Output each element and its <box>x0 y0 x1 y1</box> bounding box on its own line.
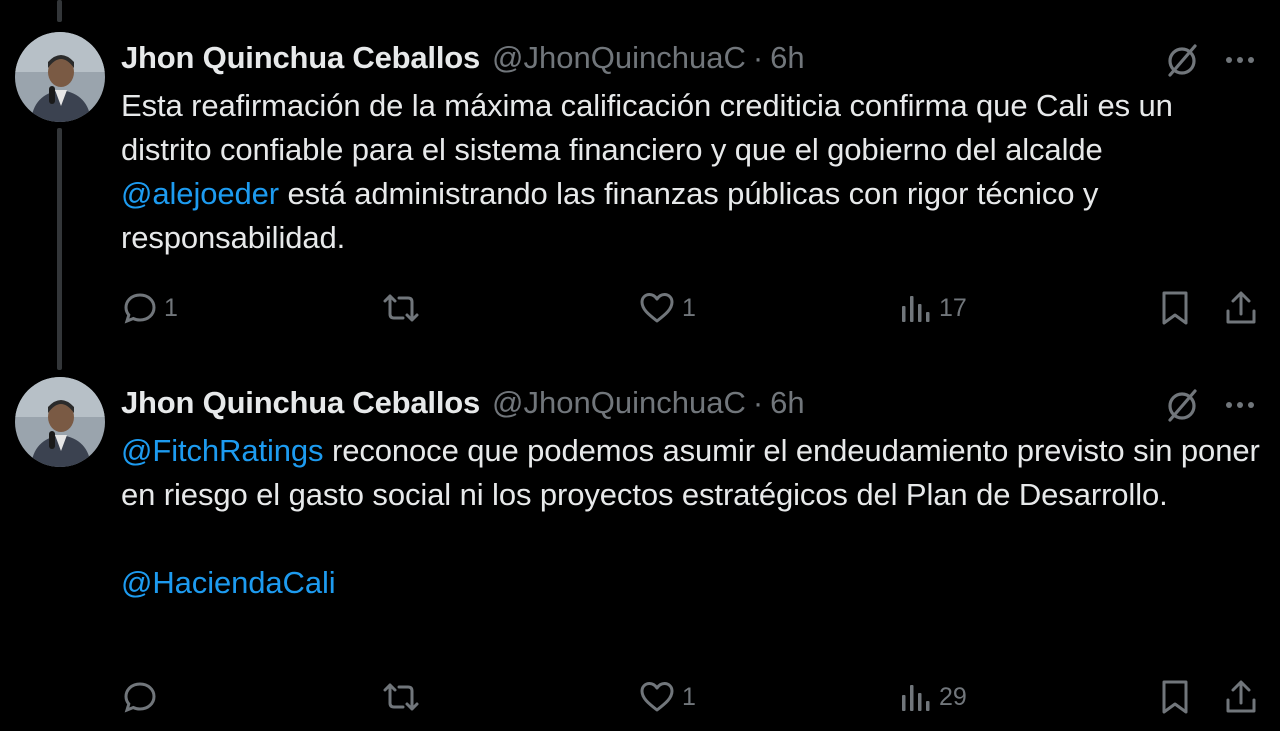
reply-button[interactable] <box>122 675 164 719</box>
author-handle[interactable]: @JhonQuinchuaC <box>492 40 746 76</box>
separator-dot: · <box>752 385 764 420</box>
views-icon <box>902 685 930 711</box>
views-button[interactable]: 17 <box>899 286 967 330</box>
like-button[interactable]: 1 <box>638 286 696 330</box>
timestamp[interactable]: 6h <box>770 385 804 421</box>
repost-button[interactable] <box>381 286 427 330</box>
like-count: 1 <box>682 293 696 322</box>
bookmark-button[interactable] <box>1158 286 1192 330</box>
like-button[interactable]: 1 <box>638 675 696 719</box>
bookmark-icon <box>1162 680 1188 714</box>
view-count: 29 <box>939 682 967 711</box>
mention-link[interactable]: @alejoeder <box>121 176 279 211</box>
separator-dot: · <box>752 40 764 75</box>
tweet-text: Esta reafirmación de la máxima calificac… <box>121 84 1266 260</box>
bookmark-button[interactable] <box>1158 675 1192 719</box>
tweet-actions: 1 29 <box>0 675 1280 719</box>
repost-icon <box>383 683 419 711</box>
author-handle[interactable]: @JhonQuinchuaC <box>492 385 746 421</box>
repost-button[interactable] <box>381 675 427 719</box>
share-button[interactable] <box>1223 286 1259 330</box>
views-icon <box>902 296 930 322</box>
tweet-actions: 1 1 17 <box>0 286 1280 330</box>
reply-icon <box>124 293 156 324</box>
author-name[interactable]: Jhon Quinchua Ceballos <box>121 385 480 421</box>
bookmark-icon <box>1162 291 1188 325</box>
view-count: 17 <box>939 293 967 322</box>
reply-count: 1 <box>164 293 178 322</box>
grok-icon[interactable] <box>1162 385 1202 425</box>
thread: Jhon Quinchua Ceballos @JhonQuinchuaC · … <box>0 0 1280 731</box>
views-button[interactable]: 29 <box>899 675 967 719</box>
thread-connector-line <box>57 0 62 22</box>
mention-link[interactable]: @FitchRatings <box>121 433 324 468</box>
avatar[interactable] <box>15 377 105 467</box>
reply-icon <box>124 682 156 713</box>
tweet-text-segment: Esta reafirmación de la máxima calificac… <box>121 88 1173 167</box>
more-icon[interactable] <box>1222 385 1258 425</box>
repost-icon <box>383 294 419 322</box>
avatar[interactable] <box>15 32 105 122</box>
reply-button[interactable]: 1 <box>122 286 178 330</box>
timestamp[interactable]: 6h <box>770 40 804 76</box>
share-button[interactable] <box>1223 675 1259 719</box>
grok-icon[interactable] <box>1162 40 1202 80</box>
more-icon[interactable] <box>1222 40 1258 80</box>
like-icon <box>640 293 674 323</box>
mention-link[interactable]: @HaciendaCali <box>121 565 336 600</box>
author-name[interactable]: Jhon Quinchua Ceballos <box>121 40 480 76</box>
like-icon <box>640 682 674 712</box>
thread-connector-line <box>57 128 62 370</box>
tweet-header: Jhon Quinchua Ceballos @JhonQuinchuaC · … <box>121 38 1260 78</box>
like-count: 1 <box>682 682 696 711</box>
tweet-header: Jhon Quinchua Ceballos @JhonQuinchuaC · … <box>121 383 1260 423</box>
tweet-text: @FitchRatings reconoce que podemos asumi… <box>121 429 1266 605</box>
share-icon <box>1226 291 1256 324</box>
share-icon <box>1226 680 1256 713</box>
